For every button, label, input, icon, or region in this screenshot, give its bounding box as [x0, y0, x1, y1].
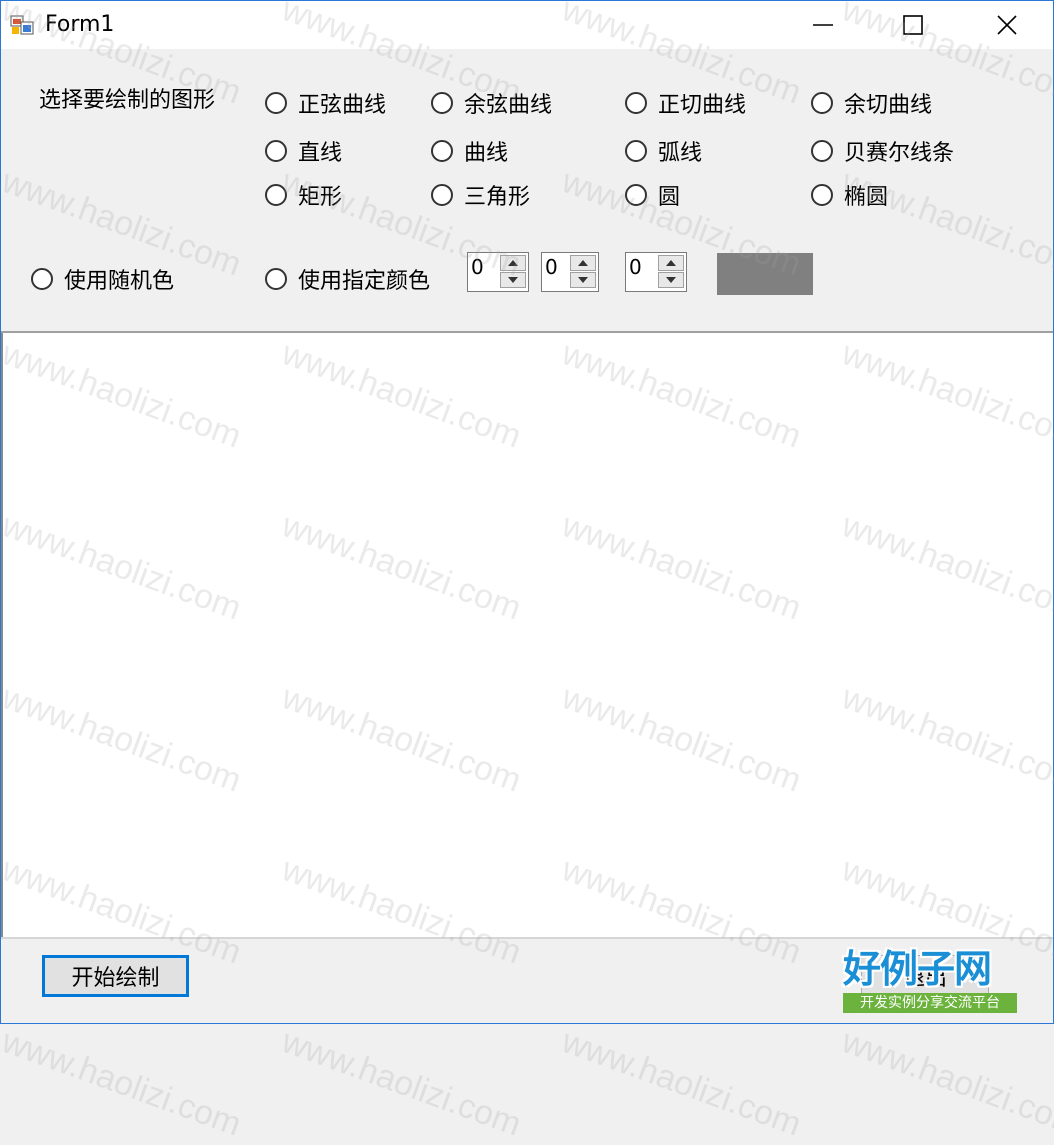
- chevron-up-icon: [578, 260, 588, 266]
- radio-label: 曲线: [464, 141, 509, 166]
- maximize-icon: [903, 15, 923, 35]
- radio-label: 椭圆: [844, 185, 889, 210]
- brand-logo: 好例子网 开发实例分享交流平台: [843, 947, 1017, 1015]
- radio-circle: [265, 184, 287, 206]
- color-preview-swatch: [717, 253, 813, 295]
- radio-specified-color[interactable]: 使用指定颜色: [265, 264, 430, 294]
- chevron-up-icon: [666, 260, 676, 266]
- radio-circle: [31, 268, 53, 290]
- radio-random-color[interactable]: 使用随机色: [31, 264, 174, 294]
- minimize-icon: [813, 24, 833, 26]
- radio-arc[interactable]: 弧线: [625, 136, 702, 166]
- watermark-text: www.haolizi.com: [557, 1022, 807, 1144]
- radio-circle: [265, 92, 287, 114]
- radio-label: 使用指定颜色: [298, 269, 431, 294]
- close-button[interactable]: [961, 1, 1053, 49]
- chevron-down-icon: [666, 277, 676, 283]
- radio-label: 圆: [658, 185, 681, 210]
- radio-circle: [431, 140, 453, 162]
- options-panel: 选择要绘制的图形 正弦曲线 余弦曲线 正切曲线 余切曲线 直线 曲线 弧线 贝赛…: [1, 49, 1053, 331]
- radio-triangle[interactable]: 三角形: [431, 180, 530, 210]
- spin-up-button[interactable]: [658, 255, 684, 271]
- drawing-canvas[interactable]: [1, 333, 1053, 937]
- red-value: 0: [471, 255, 484, 279]
- spin-buttons: [500, 255, 526, 289]
- title-bar: Form1: [1, 1, 1053, 49]
- radio-circle: [625, 92, 647, 114]
- windows-form-icon: [10, 15, 34, 35]
- maximize-button[interactable]: [867, 1, 959, 49]
- radio-circle: [625, 184, 647, 206]
- spin-buttons: [658, 255, 684, 289]
- radio-curve[interactable]: 曲线: [431, 136, 508, 166]
- start-draw-button[interactable]: 开始绘制: [42, 955, 189, 997]
- radio-label: 使用随机色: [64, 269, 175, 294]
- chevron-down-icon: [578, 277, 588, 283]
- radio-circle: [811, 140, 833, 162]
- radio-label: 矩形: [298, 185, 343, 210]
- radio-circle: [625, 140, 647, 162]
- radio-circle: [431, 92, 453, 114]
- radio-line[interactable]: 直线: [265, 136, 342, 166]
- radio-circle: [811, 184, 833, 206]
- spin-up-button[interactable]: [500, 255, 526, 271]
- blue-stepper[interactable]: 0: [625, 252, 687, 292]
- shape-select-label: 选择要绘制的图形: [39, 88, 216, 113]
- spin-up-button[interactable]: [570, 255, 596, 271]
- radio-label: 直线: [298, 141, 343, 166]
- radio-ellipse[interactable]: 椭圆: [811, 180, 888, 210]
- radio-label: 贝赛尔线条: [844, 141, 955, 166]
- watermark-text: www.haolizi.com: [837, 1022, 1054, 1144]
- radio-circle: [265, 268, 287, 290]
- red-stepper[interactable]: 0: [467, 252, 529, 292]
- radio-circle: [431, 184, 453, 206]
- watermark-text: www.haolizi.com: [0, 1022, 247, 1144]
- blue-value: 0: [629, 255, 642, 279]
- radio-cosine-curve[interactable]: 余弦曲线: [431, 88, 552, 118]
- close-icon: [997, 15, 1017, 35]
- spin-down-button[interactable]: [500, 272, 526, 288]
- radio-circle: [811, 92, 833, 114]
- green-stepper[interactable]: 0: [541, 252, 599, 292]
- spin-down-button[interactable]: [570, 272, 596, 288]
- chevron-down-icon: [508, 277, 518, 283]
- watermark-text: www.haolizi.com: [277, 1022, 527, 1144]
- radio-tangent-curve[interactable]: 正切曲线: [625, 88, 746, 118]
- radio-label: 余切曲线: [844, 93, 933, 118]
- radio-bezier[interactable]: 贝赛尔线条: [811, 136, 954, 166]
- brand-tagline: 开发实例分享交流平台: [843, 993, 1017, 1013]
- radio-label: 正切曲线: [658, 93, 747, 118]
- minimize-button[interactable]: [777, 1, 869, 49]
- main-window: Form1 选择要绘制的图形 正弦曲线 余弦曲线 正切曲线 余切曲线 直线 曲线…: [0, 0, 1054, 1024]
- canvas-bottom-divider: [1, 937, 1053, 939]
- radio-circle-shape[interactable]: 圆: [625, 180, 680, 210]
- radio-label: 弧线: [658, 141, 703, 166]
- window-title: Form1: [45, 12, 115, 37]
- radio-label: 余弦曲线: [464, 93, 553, 118]
- radio-label: 正弦曲线: [298, 93, 387, 118]
- radio-rectangle[interactable]: 矩形: [265, 180, 342, 210]
- radio-sine-curve[interactable]: 正弦曲线: [265, 88, 386, 118]
- radio-label: 三角形: [464, 185, 531, 210]
- spin-buttons: [570, 255, 596, 289]
- radio-cotangent-curve[interactable]: 余切曲线: [811, 88, 932, 118]
- radio-circle: [265, 140, 287, 162]
- chevron-up-icon: [508, 260, 518, 266]
- spin-down-button[interactable]: [658, 272, 684, 288]
- brand-name: 好例子网: [843, 947, 992, 991]
- green-value: 0: [545, 255, 558, 279]
